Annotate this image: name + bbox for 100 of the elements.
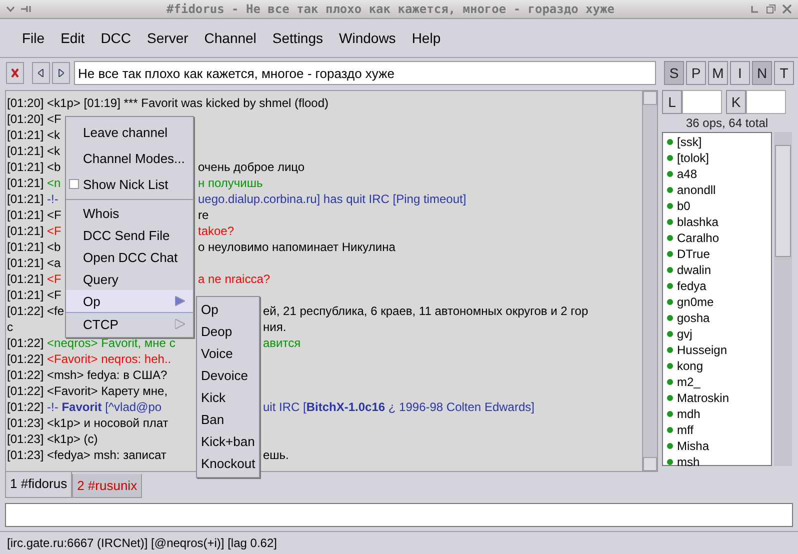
nick-name[interactable]: gvj (677, 326, 692, 342)
nick-name[interactable]: [ssk] (677, 134, 702, 150)
mode-button[interactable]: I (730, 61, 750, 85)
topic-field[interactable]: Не все так плохо как кажется, многое - гораздо хуже (74, 61, 656, 85)
menu-item[interactable]: Ban (197, 409, 260, 431)
key-field[interactable] (746, 90, 786, 114)
channel-tab[interactable]: 1 #fidorus (5, 472, 72, 498)
nick-name[interactable]: kong (677, 358, 704, 374)
menu-item[interactable]: Settings (264, 30, 332, 46)
menu-item[interactable]: Windows (331, 30, 404, 46)
chat-line: [01:21] <F (7, 207, 62, 223)
nick-name[interactable]: anondll (677, 182, 716, 198)
menu-item[interactable]: Knockout (197, 453, 260, 475)
mode-button[interactable]: P (686, 61, 706, 85)
nick-name[interactable]: dwalin (677, 262, 712, 278)
user-count: 36 ops, 64 total (684, 115, 770, 132)
chat-line: ей, 21 республика, 6 краев, 11 автономных округов и 2 гор (263, 303, 588, 319)
menu-item[interactable]: Channel Modes... (66, 145, 193, 171)
close-channel-button[interactable] (6, 62, 24, 84)
limit-button[interactable]: L (662, 90, 682, 114)
nick-name[interactable]: Matroskin (677, 390, 730, 406)
chat-line: [01:22] <Favorit> Карету мне, (7, 383, 169, 399)
mode-button[interactable]: S (664, 61, 684, 85)
status-dot-icon (667, 299, 673, 305)
nick-name[interactable]: mff (677, 422, 694, 438)
menu-item[interactable]: Query (66, 268, 193, 290)
menu-item[interactable]: Edit (52, 30, 93, 46)
chat-line: [01:20] <k1p> [01:19] *** Favorit was kicked by shmel (flood) (7, 95, 329, 111)
nick-name[interactable]: fedya (677, 278, 706, 294)
nick-name[interactable]: gn0me (677, 294, 714, 310)
menu-item[interactable]: Op (66, 290, 193, 313)
menu-item[interactable]: Show Nick List (66, 171, 193, 197)
scrollbar[interactable] (642, 91, 657, 471)
chat-line: с (7, 319, 14, 335)
nick-name[interactable]: mdh (677, 406, 700, 422)
menu-item[interactable]: Open DCC Chat (66, 246, 193, 268)
nick-name[interactable]: Husseign (677, 342, 728, 358)
menu-item[interactable]: Kick+ban (197, 431, 260, 453)
chat-line: [01:21] <b (7, 159, 62, 175)
nick-name[interactable]: gosha (677, 310, 710, 326)
status-dot-icon (667, 411, 673, 417)
nick-name[interactable]: DTrue (677, 246, 710, 262)
close-icon[interactable] (782, 4, 792, 14)
chat-line: о неуловимо напоминает Никулина (198, 239, 396, 255)
nick-name[interactable]: m2_ (677, 374, 700, 390)
chat-line: [01:20] <F (7, 111, 62, 127)
nick-name[interactable]: b0 (677, 198, 690, 214)
left-triangle-icon (38, 69, 44, 77)
nick-name[interactable]: msh (677, 454, 700, 470)
chat-line: [01:22] <neqros> Favorit, мне с (7, 335, 176, 351)
chat-line: takoe? (198, 223, 234, 239)
chat-line: [01:21] <k (7, 127, 62, 143)
nick-name[interactable]: a48 (677, 166, 698, 182)
menu-item[interactable]: Channel (196, 30, 264, 46)
minimize-icon[interactable] (750, 4, 760, 14)
mode-button[interactable]: T (774, 61, 794, 85)
status-dot-icon (667, 219, 673, 225)
menu-item[interactable]: Whois (66, 202, 193, 224)
chevron-icon[interactable] (6, 6, 15, 12)
mode-button[interactable]: M (708, 61, 728, 85)
menu-item[interactable]: Kick (197, 387, 260, 409)
menu-item[interactable]: Op (197, 299, 260, 321)
chat-line: [01:21] <k (7, 143, 62, 159)
nick-name[interactable]: Caralho (677, 230, 720, 246)
menu-item[interactable]: CTCP (66, 313, 193, 335)
status-dot-icon (667, 171, 673, 177)
status-dot-icon (667, 187, 673, 193)
message-input[interactable] (5, 503, 793, 527)
previous-button[interactable] (32, 62, 50, 84)
key-button[interactable]: K (726, 90, 746, 114)
status-dot-icon (667, 203, 673, 209)
nick-name[interactable]: [tolok] (677, 150, 710, 166)
pin-icon[interactable] (21, 5, 31, 13)
chat-line: [01:21] -!- (7, 191, 60, 207)
menu-item[interactable]: File (14, 30, 53, 46)
menu-item[interactable]: Deop (197, 321, 260, 343)
chat-line: ния. (263, 319, 286, 335)
status-bar: [irc.gate.ru:6667 (IRCNet)] [@neqros(+i)] [lag 0.62] (0, 531, 798, 554)
nick-name[interactable]: blashka (677, 214, 718, 230)
arrow-icon (174, 296, 185, 306)
maximize-icon[interactable] (766, 4, 776, 14)
menu-item[interactable]: Server (139, 30, 196, 46)
menu-item[interactable]: DCC (92, 30, 140, 46)
next-button[interactable] (52, 62, 70, 84)
menu-item[interactable]: DCC Send File (66, 224, 193, 246)
nick-name[interactable]: Misha (677, 438, 710, 454)
window-title: #fidorus - Не все так плохо как кажется, многое - гораздо хуже (166, 2, 616, 16)
menu-item[interactable]: Help (404, 30, 449, 46)
menu-item[interactable]: Voice (197, 343, 260, 365)
chat-line: [01:21] <a (7, 255, 62, 271)
scrollbar[interactable] (774, 132, 792, 466)
close-icon (11, 68, 19, 78)
mode-button[interactable]: N (752, 61, 772, 85)
checkbox[interactable] (69, 179, 79, 189)
menu-item[interactable]: Devoice (197, 365, 260, 387)
chat-line: ешь. (263, 447, 289, 463)
chat-line: uit IRC [BitchX-1.0c16 ¿ 1996-98 Colten Edwards] (263, 399, 534, 415)
chat-line: [01:22] <Favorit> neqros: heh.. (7, 351, 172, 367)
limit-field[interactable] (682, 90, 722, 114)
menu-item[interactable]: Leave channel (66, 119, 193, 145)
